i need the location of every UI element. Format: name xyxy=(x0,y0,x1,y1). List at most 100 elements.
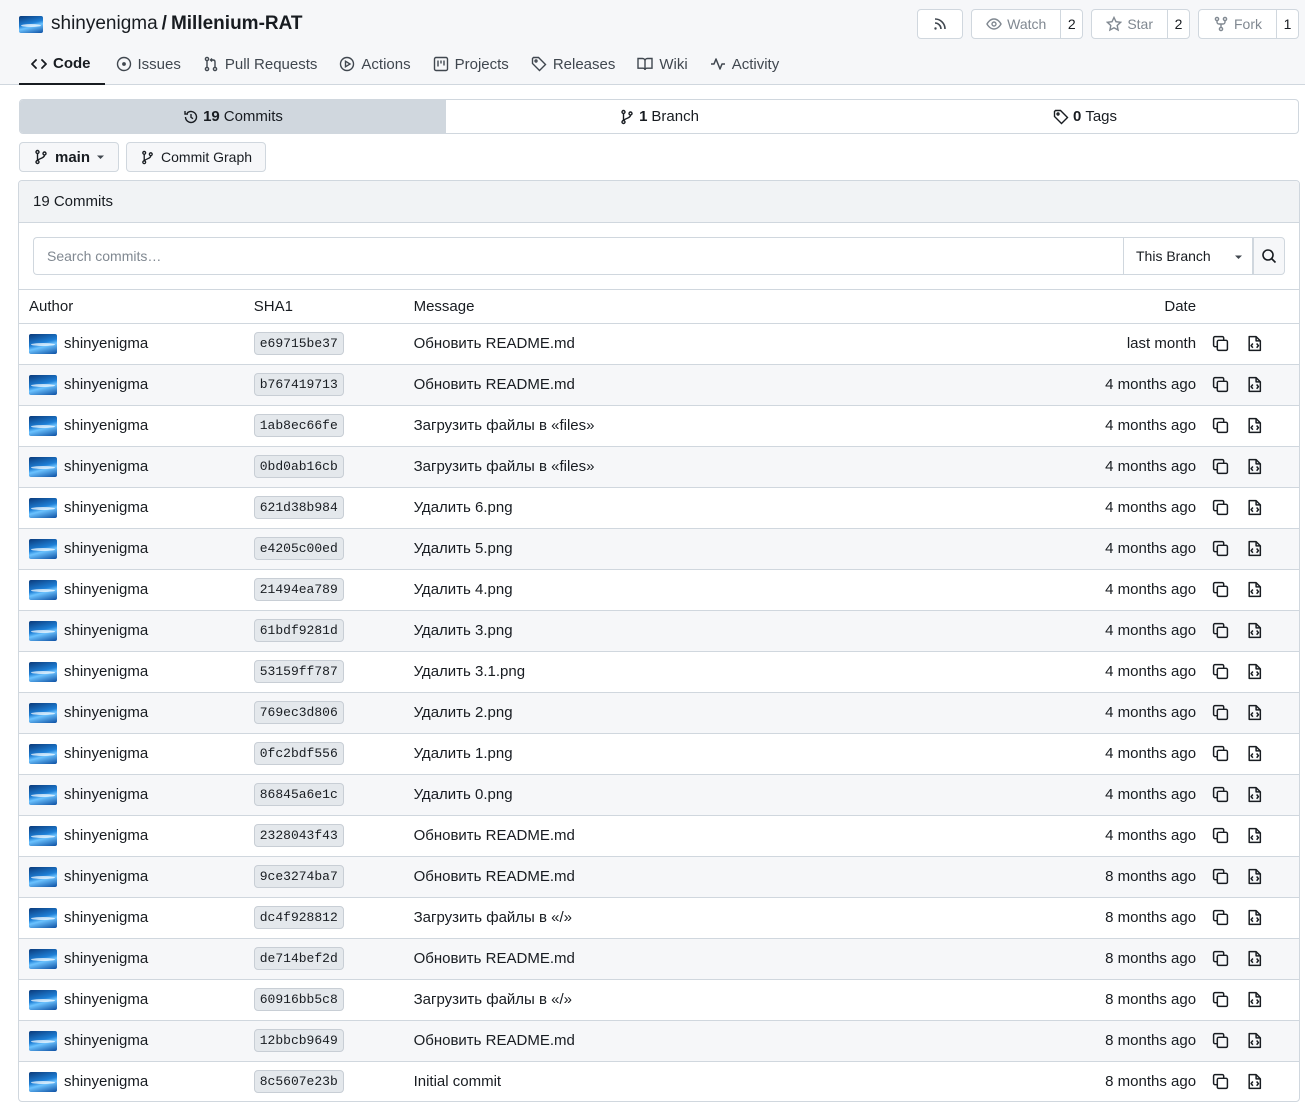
browse-files-icon[interactable] xyxy=(1246,458,1263,475)
tab-code[interactable]: Code xyxy=(19,44,105,85)
author-name[interactable]: shinyenigma xyxy=(64,868,148,885)
commit-sha-link[interactable]: 61bdf9281d xyxy=(253,619,344,642)
browse-files-icon[interactable] xyxy=(1246,909,1263,926)
avatar[interactable] xyxy=(29,415,57,436)
author-name[interactable]: shinyenigma xyxy=(64,991,148,1008)
tab-actions[interactable]: Actions xyxy=(328,44,421,84)
browse-files-icon[interactable] xyxy=(1246,1032,1263,1049)
author-name[interactable]: shinyenigma xyxy=(64,1032,148,1049)
author-name[interactable]: shinyenigma xyxy=(64,786,148,803)
author-name[interactable]: shinyenigma xyxy=(64,827,148,844)
avatar[interactable] xyxy=(29,784,57,805)
branches-segment[interactable]: 1 Branch xyxy=(446,100,872,133)
browse-files-icon[interactable] xyxy=(1246,827,1263,844)
fork-count[interactable]: 1 xyxy=(1277,10,1298,38)
avatar[interactable] xyxy=(29,620,57,641)
tab-wiki[interactable]: Wiki xyxy=(626,44,698,84)
commit-message[interactable]: Загрузить файлы в «files» xyxy=(413,405,1053,447)
author-name[interactable]: shinyenigma xyxy=(64,540,148,557)
browse-files-icon[interactable] xyxy=(1246,786,1263,803)
repo-owner-link[interactable]: shinyenigma xyxy=(51,13,158,35)
commit-sha-link[interactable]: 53159ff787 xyxy=(253,660,344,683)
commit-message[interactable]: Удалить 1.png xyxy=(413,733,1053,775)
commit-sha-link[interactable]: 21494ea789 xyxy=(253,578,344,601)
copy-icon[interactable] xyxy=(1212,868,1229,885)
commit-sha-link[interactable]: 60916bb5c8 xyxy=(253,988,344,1011)
avatar[interactable] xyxy=(29,825,57,846)
commit-message[interactable]: Удалить 4.png xyxy=(413,569,1053,611)
star-button[interactable]: Star xyxy=(1092,10,1168,38)
commit-message[interactable]: Загрузить файлы в «/» xyxy=(413,897,1053,939)
copy-icon[interactable] xyxy=(1212,909,1229,926)
commit-sha-link[interactable]: 0fc2bdf556 xyxy=(253,742,344,765)
commit-message[interactable]: Обновить README.md xyxy=(413,364,1053,406)
browse-files-icon[interactable] xyxy=(1246,1073,1263,1090)
avatar[interactable] xyxy=(29,1071,57,1092)
avatar[interactable] xyxy=(29,743,57,764)
author-name[interactable]: shinyenigma xyxy=(64,745,148,762)
commit-message[interactable]: Обновить README.md xyxy=(413,1020,1053,1062)
copy-icon[interactable] xyxy=(1212,950,1229,967)
tab-issues[interactable]: Issues xyxy=(105,44,192,84)
commit-message[interactable]: Удалить 6.png xyxy=(413,487,1053,529)
rss-button[interactable] xyxy=(917,9,964,39)
commit-sha-link[interactable]: 621d38b984 xyxy=(253,496,344,519)
copy-icon[interactable] xyxy=(1212,704,1229,721)
avatar[interactable] xyxy=(29,333,57,354)
copy-icon[interactable] xyxy=(1212,622,1229,639)
copy-icon[interactable] xyxy=(1212,540,1229,557)
commit-sha-link[interactable]: 2328043f43 xyxy=(253,824,344,847)
fork-button[interactable]: Fork xyxy=(1199,10,1277,38)
commit-sha-link[interactable]: 86845a6e1c xyxy=(253,783,344,806)
tab-releases[interactable]: Releases xyxy=(520,44,627,84)
avatar[interactable] xyxy=(29,702,57,723)
commit-sha-link[interactable]: 0bd0ab16cb xyxy=(253,455,344,478)
search-button[interactable] xyxy=(1253,237,1285,275)
browse-files-icon[interactable] xyxy=(1246,663,1263,680)
branch-selector[interactable]: main xyxy=(19,142,120,172)
avatar[interactable] xyxy=(29,374,57,395)
avatar[interactable] xyxy=(29,989,57,1010)
repo-avatar[interactable] xyxy=(19,15,43,33)
commits-segment[interactable]: 19 Commits xyxy=(20,100,446,133)
commit-sha-link[interactable]: 9ce3274ba7 xyxy=(253,865,344,888)
commit-sha-link[interactable]: 1ab8ec66fe xyxy=(253,414,344,437)
copy-icon[interactable] xyxy=(1212,1073,1229,1090)
copy-icon[interactable] xyxy=(1212,376,1229,393)
browse-files-icon[interactable] xyxy=(1246,376,1263,393)
browse-files-icon[interactable] xyxy=(1246,950,1263,967)
author-name[interactable]: shinyenigma xyxy=(64,950,148,967)
copy-icon[interactable] xyxy=(1212,335,1229,352)
avatar[interactable] xyxy=(29,538,57,559)
commit-message[interactable]: Обновить README.md xyxy=(413,815,1053,857)
author-name[interactable]: shinyenigma xyxy=(64,581,148,598)
star-count[interactable]: 2 xyxy=(1168,10,1189,38)
commit-message[interactable]: Обновить README.md xyxy=(413,856,1053,898)
tab-activity[interactable]: Activity xyxy=(699,44,791,84)
commit-message[interactable]: Обновить README.md xyxy=(413,938,1053,980)
author-name[interactable]: shinyenigma xyxy=(64,704,148,721)
browse-files-icon[interactable] xyxy=(1246,622,1263,639)
commit-sha-link[interactable]: 8c5607e23b xyxy=(253,1070,344,1094)
copy-icon[interactable] xyxy=(1212,827,1229,844)
commit-message[interactable]: Удалить 0.png xyxy=(413,774,1053,816)
avatar[interactable] xyxy=(29,948,57,969)
commit-sha-link[interactable]: 12bbcb9649 xyxy=(253,1029,344,1052)
commit-message[interactable]: Обновить README.md xyxy=(413,323,1053,365)
commit-sha-link[interactable]: e69715be37 xyxy=(253,332,344,355)
commit-message[interactable]: Удалить 3.png xyxy=(413,610,1053,652)
tab-projects[interactable]: Projects xyxy=(422,44,520,84)
author-name[interactable]: shinyenigma xyxy=(64,1073,148,1090)
browse-files-icon[interactable] xyxy=(1246,868,1263,885)
commit-message[interactable]: Загрузить файлы в «files» xyxy=(413,446,1053,488)
author-name[interactable]: shinyenigma xyxy=(64,376,148,393)
watch-button[interactable]: Watch xyxy=(972,10,1062,38)
browse-files-icon[interactable] xyxy=(1246,704,1263,721)
commit-search-input[interactable] xyxy=(33,237,1123,275)
commit-sha-link[interactable]: 769ec3d806 xyxy=(253,701,344,724)
browse-files-icon[interactable] xyxy=(1246,335,1263,352)
avatar[interactable] xyxy=(29,907,57,928)
commit-message[interactable]: Initial commit xyxy=(414,1061,1053,1101)
browse-files-icon[interactable] xyxy=(1246,581,1263,598)
avatar[interactable] xyxy=(29,456,57,477)
